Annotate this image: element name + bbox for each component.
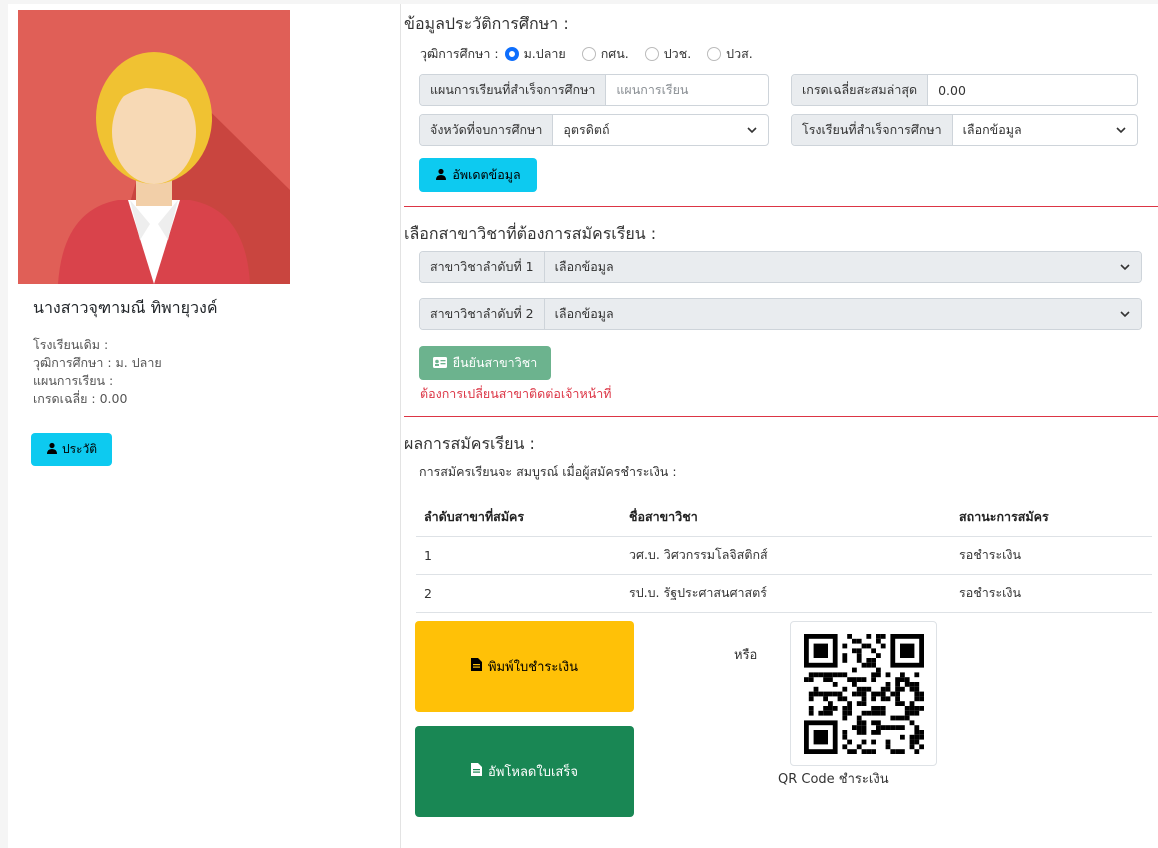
column-divider [400, 4, 401, 848]
major-choice-2-value: เลือกข้อมูล [554, 306, 614, 321]
major-choice-1-select[interactable]: เลือกข้อมูล [544, 252, 1141, 282]
major-choice-1-value: เลือกข้อมูล [554, 259, 614, 274]
column-header: สถานะการสมัคร [951, 499, 1152, 537]
radio-level-2[interactable]: ปวช. [644, 44, 692, 64]
table-row: 1 วศ.บ. วิศวกรรมโลจิสติกส์ รอชำระเงิน [416, 536, 1152, 575]
history-button[interactable]: ประวัติ [31, 433, 112, 466]
majors-title: เลือกสาขาวิชาที่ต้องการสมัครเรียน : [404, 224, 657, 243]
results-title: ผลการสมัครเรียน : [404, 434, 535, 453]
profile-name: นางสาวจุฑามณี ทิพายุวงค์ [33, 298, 218, 317]
document-icon [470, 658, 482, 675]
education-level-radios: วุฒิการศึกษา : ม.ปลาย กศน. ปวช. ปวส. [420, 44, 763, 64]
program-input[interactable]: แผนการเรียน [606, 75, 768, 105]
radio-level-3[interactable]: ปวส. [707, 44, 753, 64]
chevron-down-icon [746, 124, 758, 136]
province-label: จังหวัดที่จบการศึกษา [420, 115, 554, 145]
major-choice-2-group: สาขาวิชาลำดับที่ 2 เลือกข้อมูล [419, 298, 1142, 330]
chevron-down-icon [1119, 261, 1131, 273]
radio-label: กศน. [600, 46, 629, 61]
qr-code-image [790, 621, 937, 766]
confirm-major-button[interactable]: ยืนยันสาขาวิชา [419, 346, 551, 380]
gpa-input[interactable]: 0.00 [928, 75, 1137, 105]
upload-receipt-button[interactable]: อัพโหลดใบเสร็จ [415, 726, 634, 817]
radio-button[interactable] [644, 47, 659, 61]
radio-label: ปวช. [663, 46, 692, 61]
page: นางสาวจุฑามณี ทิพายุวงค์ โรงเรียนเดิม : … [8, 4, 1158, 848]
change-major-warning: ต้องการเปลี่ยนสาขาติดต่อเจ้าหน้าที่ [420, 386, 612, 401]
chevron-down-icon [1115, 124, 1127, 136]
user-icon [435, 168, 447, 183]
program-label: แผนการเรียนที่สำเร็จการศึกษา [420, 75, 607, 105]
major-choice-2-select[interactable]: เลือกข้อมูล [544, 299, 1141, 329]
profile-avatar [18, 10, 290, 284]
section-divider [404, 416, 1158, 417]
radio-button[interactable] [581, 47, 596, 61]
province-select[interactable]: อุตรดิตถ์ [553, 115, 768, 145]
cell-order: 1 [416, 536, 621, 575]
qr-caption: QR Code ชำระเงิน [778, 772, 889, 787]
major-choice-1-group: สาขาวิชาลำดับที่ 1 เลือกข้อมูล [419, 251, 1142, 283]
upload-receipt-label: อัพโหลดใบเสร็จ [488, 765, 578, 780]
cell-major: วศ.บ. วิศวกรรมโลจิสติกส์ [621, 536, 951, 575]
radio-level-0[interactable]: ม.ปลาย [504, 44, 566, 64]
section-divider [404, 206, 1158, 207]
document-icon [471, 763, 483, 780]
update-button[interactable]: อัพเดตข้อมูล [419, 158, 537, 192]
confirm-major-label: ยืนยันสาขาวิชา [452, 355, 538, 370]
program-input-group: แผนการเรียนที่สำเร็จการศึกษา แผนการเรียน [419, 74, 769, 106]
or-text: หรือ [734, 648, 758, 663]
cell-order: 2 [416, 574, 621, 613]
profile-program: แผนการเรียน : [33, 373, 114, 388]
column-header: ลำดับสาขาที่สมัคร [416, 499, 621, 537]
print-payment-label: พิมพ์ใบชำระเงิน [487, 660, 579, 675]
profile-info: โรงเรียนเดิม : วุฒิการศึกษา : ม. ปลาย แผ… [33, 336, 162, 408]
school-label: โรงเรียนที่สำเร็จการศึกษา [792, 115, 953, 145]
status-badge: รอชำระเงิน [951, 574, 1152, 613]
radio-level-1[interactable]: กศน. [581, 44, 629, 64]
major-choice-2-label: สาขาวิชาลำดับที่ 2 [420, 299, 545, 329]
results-table: ลำดับสาขาที่สมัคร ชื่อสาขาวิชา สถานะการส… [416, 499, 1152, 613]
province-select-group: จังหวัดที่จบการศึกษา อุตรดิตถ์ [419, 114, 769, 146]
id-card-icon [432, 356, 447, 371]
history-button-label: ประวัติ [61, 442, 98, 456]
major-choice-1-label: สาขาวิชาลำดับที่ 1 [420, 252, 545, 282]
user-icon [46, 442, 58, 457]
cell-major: รป.บ. รัฐประศาสนศาสตร์ [621, 574, 951, 613]
school-select[interactable]: เลือกข้อมูล [953, 115, 1137, 145]
education-level-label: วุฒิการศึกษา : [420, 46, 499, 61]
radio-button[interactable] [504, 47, 519, 61]
education-title: ข้อมูลประวัติการศึกษา : [404, 14, 569, 33]
school-value: เลือกข้อมูล [962, 122, 1022, 137]
gpa-input-group: เกรดเฉลี่ยสะสมล่าสุด 0.00 [791, 74, 1138, 106]
profile-school: โรงเรียนเดิม : [33, 337, 109, 352]
radio-label: ม.ปลาย [523, 46, 566, 61]
print-payment-button[interactable]: พิมพ์ใบชำระเงิน [415, 621, 634, 712]
column-header: ชื่อสาขาวิชา [621, 499, 951, 537]
gpa-label: เกรดเฉลี่ยสะสมล่าสุด [792, 75, 929, 105]
results-subtitle: การสมัครเรียนจะ สมบูรณ์ เมื่อผู้สมัครชำร… [419, 464, 677, 479]
chevron-down-icon [1119, 308, 1131, 320]
table-header-row: ลำดับสาขาที่สมัคร ชื่อสาขาวิชา สถานะการส… [416, 499, 1152, 537]
table-row: 2 รป.บ. รัฐประศาสนศาสตร์ รอชำระเงิน [416, 574, 1152, 613]
school-select-group: โรงเรียนที่สำเร็จการศึกษา เลือกข้อมูล [791, 114, 1138, 146]
update-button-label: อัพเดตข้อมูล [452, 167, 521, 182]
profile-gpa: เกรดเฉลี่ย : 0.00 [33, 391, 128, 406]
radio-label: ปวส. [726, 46, 753, 61]
status-badge: รอชำระเงิน [951, 536, 1152, 575]
province-value: อุตรดิตถ์ [563, 122, 610, 137]
radio-button[interactable] [707, 47, 722, 61]
profile-education: วุฒิการศึกษา : ม. ปลาย [33, 355, 162, 370]
